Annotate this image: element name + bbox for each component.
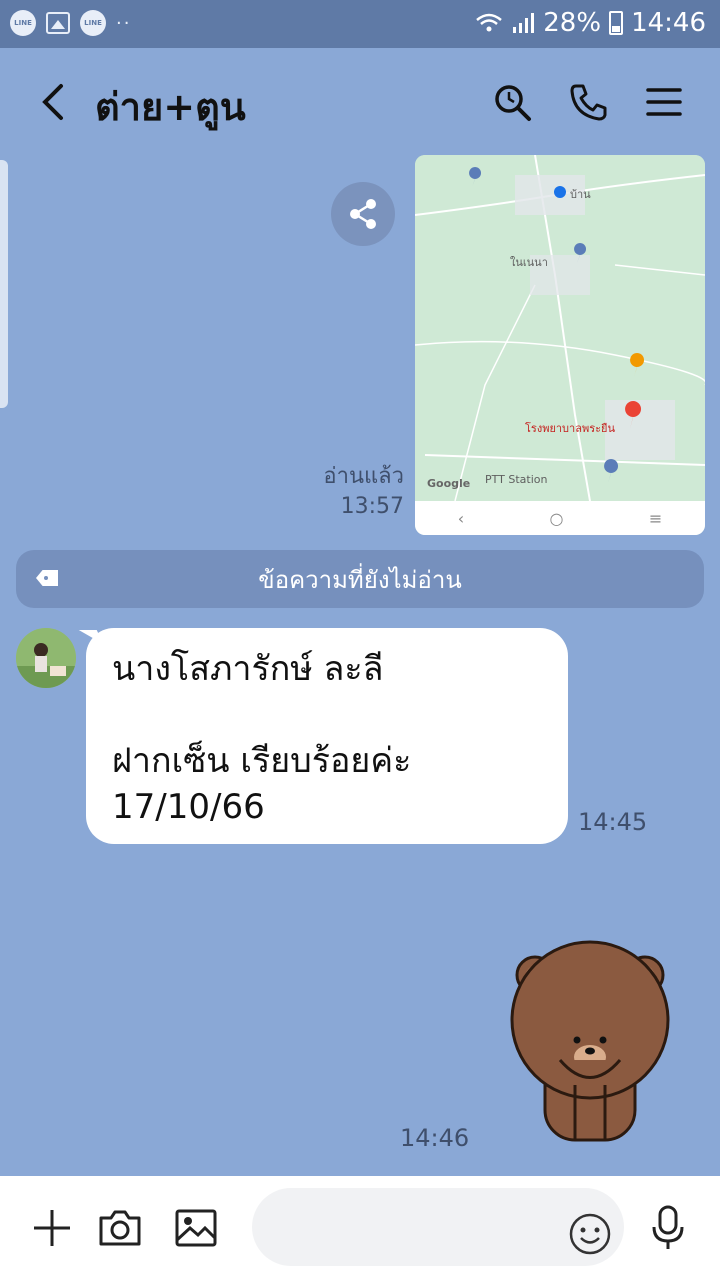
map-nav-back-icon: ‹	[457, 508, 465, 528]
google-logo: Google	[427, 477, 471, 490]
input-bar	[0, 1176, 720, 1280]
search-icon[interactable]	[488, 78, 536, 126]
line-app-icon: LINE	[10, 10, 36, 36]
message-line-1: นางโสภารักษ์ ละลี	[112, 649, 384, 689]
share-icon	[350, 199, 376, 229]
mic-icon[interactable]	[640, 1200, 696, 1256]
side-handle[interactable]	[0, 160, 8, 408]
incoming-message-time: 14:45	[578, 808, 648, 836]
map-image	[415, 155, 705, 502]
sticker-time: 14:46	[400, 1124, 470, 1152]
map-label-hospital: โรงพยาบาลพระยืน	[525, 422, 615, 435]
status-bar: LINE LINE ·· 28% 14:46	[0, 0, 720, 48]
map-nav-recent-icon: ≡	[648, 508, 663, 528]
message-line-2: ฝากเซ็น เรียบร้อยค่ะ	[112, 741, 412, 781]
signal-icon	[513, 13, 535, 33]
phone-icon[interactable]	[564, 78, 612, 126]
read-receipt: อ่านแล้ว 13:57	[300, 462, 404, 522]
emoji-icon[interactable]	[562, 1206, 618, 1262]
map-label-village: ในเนนา	[510, 256, 548, 269]
plus-icon[interactable]	[24, 1200, 80, 1256]
back-icon[interactable]	[28, 78, 76, 126]
map-label-station: PTT Station	[485, 473, 548, 486]
status-indicators: 28% 14:46	[475, 8, 706, 38]
image-icon[interactable]	[168, 1200, 224, 1256]
map-label-home: บ้าน	[570, 188, 591, 201]
unread-divider[interactable]: ข้อความที่ยังไม่อ่าน	[16, 550, 704, 608]
map-nav-home-icon: ○	[549, 508, 564, 528]
clock: 14:46	[631, 8, 706, 38]
camera-icon[interactable]	[92, 1200, 148, 1256]
share-button[interactable]	[331, 182, 395, 246]
chat-header: ต่าย+ตูน	[0, 48, 720, 158]
gallery-icon	[46, 12, 70, 34]
tag-icon	[36, 570, 58, 586]
menu-icon[interactable]	[640, 78, 688, 126]
line-app-icon-2: LINE	[80, 10, 106, 36]
bear-sticker[interactable]	[505, 935, 675, 1150]
unread-divider-label: ข้อความที่ยังไม่อ่าน	[258, 565, 462, 594]
battery-icon	[609, 11, 624, 35]
chat-title: ต่าย+ตูน	[95, 85, 246, 129]
map-nav-bar: ‹ ○ ≡	[415, 501, 705, 535]
avatar[interactable]	[16, 628, 76, 688]
map-message-time: 13:57	[340, 494, 404, 519]
notification-icons: LINE LINE ··	[10, 10, 131, 36]
read-label: อ่านแล้ว	[323, 464, 404, 489]
incoming-message-bubble[interactable]: นางโสภารักษ์ ละลี ฝากเซ็น เรียบร้อยค่ะ 1…	[86, 628, 568, 844]
map-image-message[interactable]: บ้าน ในเนนา โรงพยาบาลพระยืน PTT Station …	[415, 155, 705, 535]
message-line-3: 17/10/66	[112, 787, 265, 827]
battery-percent: 28%	[543, 8, 602, 38]
more-notifications: ··	[116, 12, 132, 34]
wifi-icon	[476, 13, 503, 32]
